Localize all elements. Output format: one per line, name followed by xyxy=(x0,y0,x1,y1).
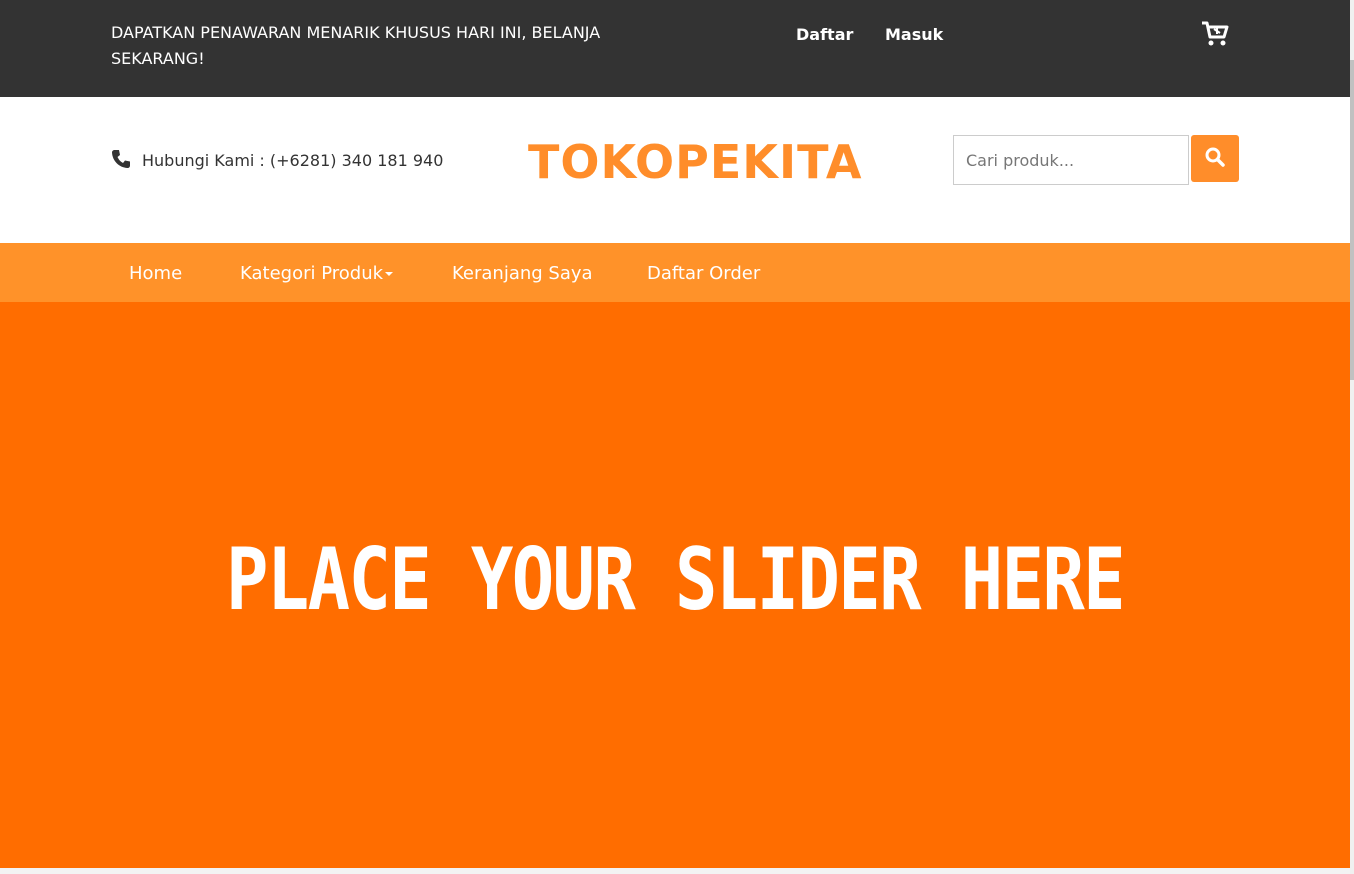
site-header: Hubungi Kami : (+6281) 340 181 940 TOKOP… xyxy=(0,97,1350,243)
contact-phone: Hubungi Kami : (+6281) 340 181 940 xyxy=(142,151,444,170)
scrollbar-thumb[interactable] xyxy=(1350,60,1354,380)
promo-text: DAPATKAN PENAWARAN MENARIK KHUSUS HARI I… xyxy=(111,23,601,68)
top-bar: DAPATKAN PENAWARAN MENARIK KHUSUS HARI I… xyxy=(0,0,1350,97)
hero-slider[interactable]: PLACE YOUR SLIDER HERE xyxy=(0,302,1350,868)
nav-home[interactable]: Home xyxy=(129,263,182,284)
bottom-strip xyxy=(0,868,1350,874)
register-link[interactable]: Daftar xyxy=(796,25,853,44)
nav-cart[interactable]: Keranjang Saya xyxy=(452,263,593,284)
search-input[interactable] xyxy=(953,135,1189,185)
nav-category-label: Kategori Produk xyxy=(240,263,384,284)
nav-category-dropdown[interactable]: Kategori Produk xyxy=(240,263,394,284)
login-link[interactable]: Masuk xyxy=(885,25,943,44)
phone-icon xyxy=(111,149,131,169)
main-nav: Home Kategori Produk Keranjang Saya Daft… xyxy=(0,243,1350,302)
slider-placeholder-text: PLACE YOUR SLIDER HERE xyxy=(226,530,1126,630)
search-button[interactable] xyxy=(1191,135,1239,182)
caret-down-icon xyxy=(385,272,394,276)
search-icon xyxy=(1205,147,1225,170)
nav-orders[interactable]: Daftar Order xyxy=(647,263,760,284)
cart-icon[interactable] xyxy=(1200,20,1230,48)
site-logo[interactable]: TOKOPEKITA xyxy=(528,135,862,189)
